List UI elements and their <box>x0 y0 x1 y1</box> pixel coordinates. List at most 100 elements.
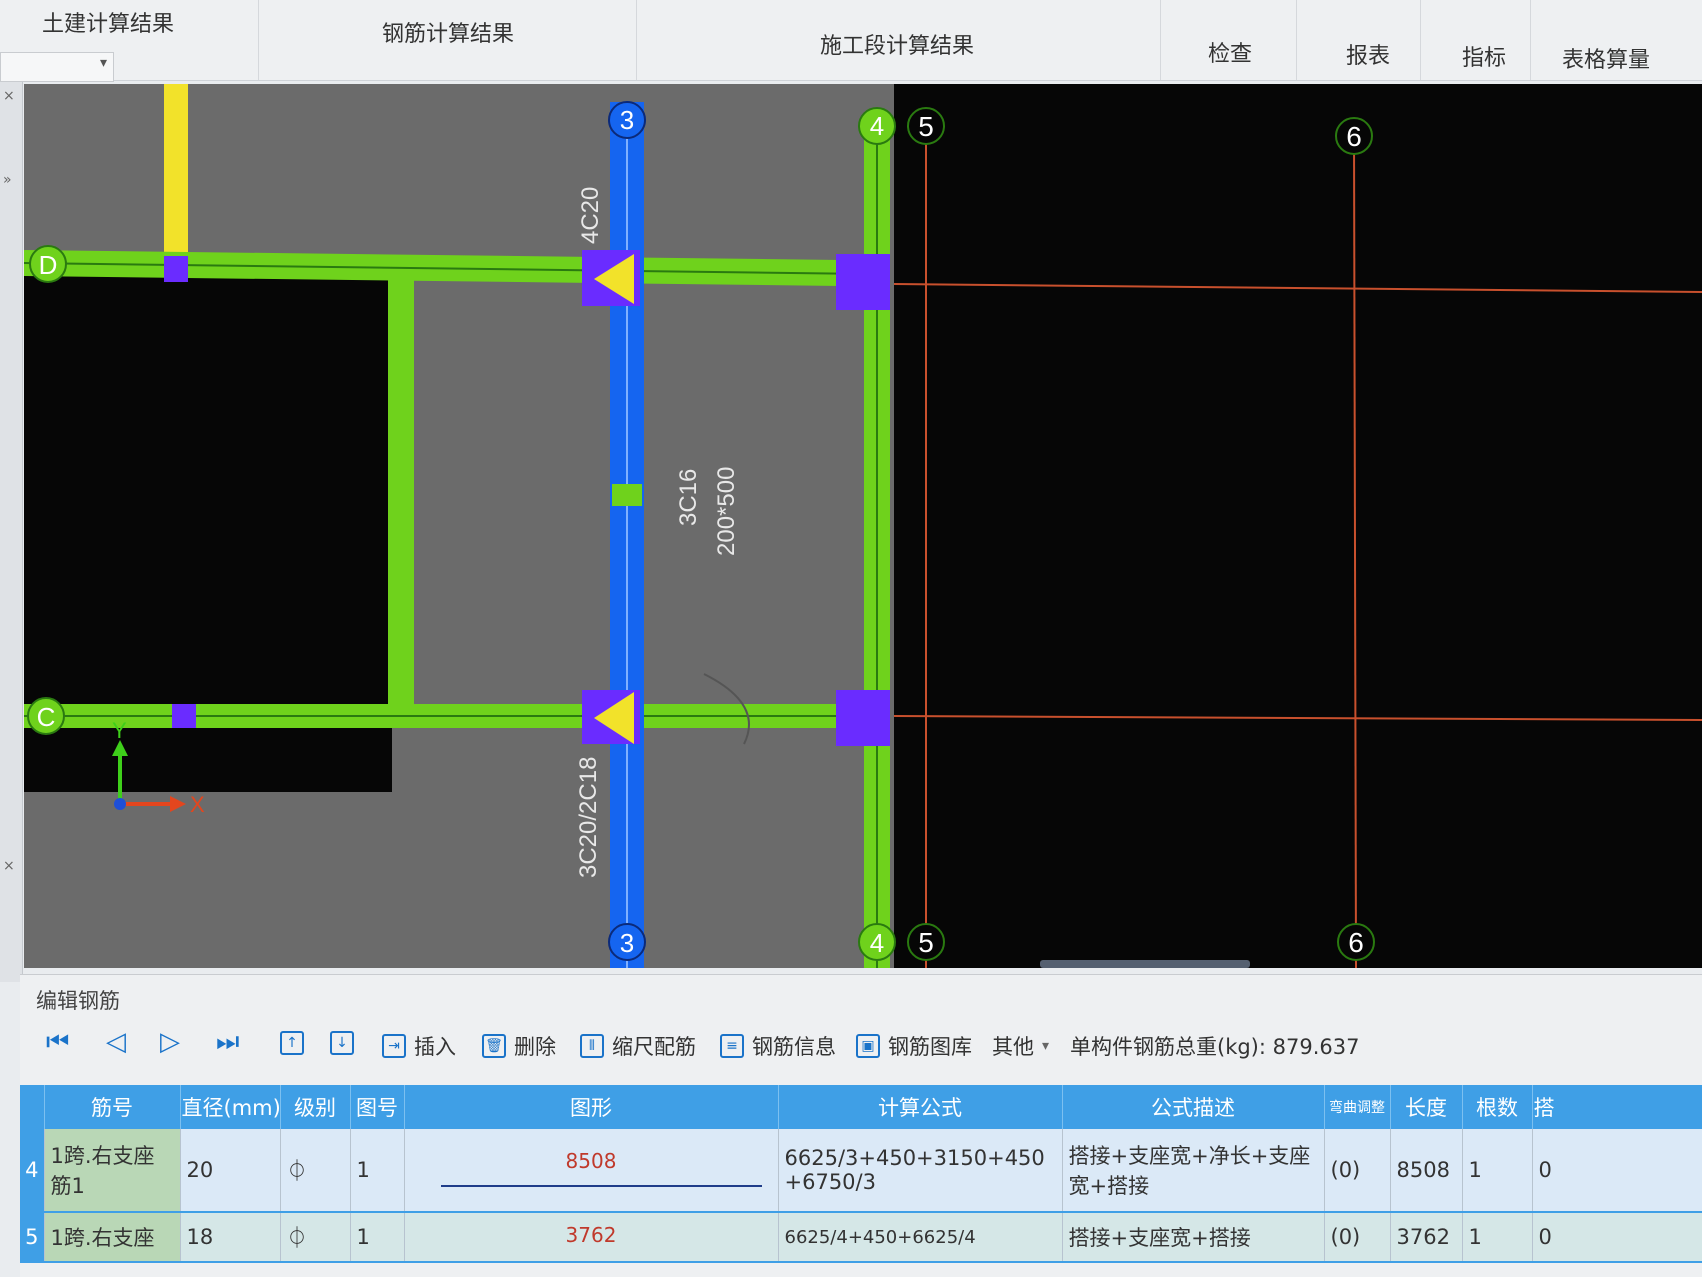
cell-shape[interactable]: 8508 <box>404 1129 779 1213</box>
svg-text:4: 4 <box>870 111 884 141</box>
rebar-editor-panel: 编辑钢筋 ⏮ ◁ ▷ ⏭ ↑ ↓ ⇥ 插入 🗑 删除 ⫴ 缩尺配筋 ≡ 钢筋信息 ▣ 钢筋… <box>20 974 1702 1277</box>
column[interactable] <box>172 704 196 728</box>
cell-bend[interactable]: (0) <box>1324 1129 1391 1213</box>
cell-grade[interactable]: ⏀ <box>280 1212 351 1263</box>
tab-civil-results[interactable]: 土建计算结果 <box>42 6 174 38</box>
cell-bend[interactable]: (0) <box>1324 1212 1391 1263</box>
svg-text:5: 5 <box>918 111 934 142</box>
tab-index[interactable]: 指标 <box>1462 40 1506 72</box>
svg-text:3: 3 <box>620 105 634 135</box>
header-rowno <box>20 1085 45 1129</box>
row-number[interactable]: 5 <box>20 1212 45 1263</box>
svg-text:C: C <box>37 702 56 732</box>
move-down-button[interactable]: ↓ <box>330 1031 354 1055</box>
cell-diameter[interactable]: 18 <box>180 1212 281 1263</box>
beam-secondary[interactable] <box>388 270 414 706</box>
horizontal-scrollbar[interactable] <box>1040 960 1250 968</box>
close-icon[interactable]: × <box>3 858 15 874</box>
svg-text:D: D <box>39 250 58 280</box>
first-record-icon[interactable]: ⏮ <box>46 1027 69 1058</box>
prev-record-icon[interactable]: ◁ <box>106 1027 126 1057</box>
next-record-icon[interactable]: ▷ <box>160 1027 180 1057</box>
table-row[interactable]: 4 1跨.右支座筋1 20 ⏀ 1 8508 6625/3+450+3150+4… <box>20 1129 1702 1213</box>
rebar-info-button[interactable]: ≡ 钢筋信息 <box>720 1031 836 1061</box>
cell-bar-name[interactable]: 1跨.右支座筋1 <box>44 1129 181 1213</box>
move-up-button[interactable]: ↑ <box>280 1031 304 1055</box>
cell-count[interactable]: 1 <box>1462 1129 1533 1213</box>
cell-count[interactable]: 1 <box>1462 1212 1533 1263</box>
tab-divider <box>258 0 259 80</box>
header-figure-no[interactable]: 图号 <box>350 1085 405 1129</box>
cell-lap[interactable]: 0 <box>1532 1212 1702 1263</box>
arrow-down-icon: ↓ <box>330 1031 354 1055</box>
axis-bubble-left-c: C <box>27 697 65 735</box>
header-grade[interactable]: 级别 <box>280 1085 351 1129</box>
drawing-canvas[interactable]: 3 4 5 6 3 4 5 6 D C 4C20 3C16 200*500 3C… <box>24 84 1702 968</box>
axis-bubble-bottom-5: 5 <box>907 923 945 961</box>
header-count[interactable]: 根数 <box>1462 1085 1533 1129</box>
cell-diameter[interactable]: 20 <box>180 1129 281 1213</box>
axis-bubble-left-d: D <box>29 245 67 283</box>
rebar-shape-figure: 3762 <box>411 1217 772 1257</box>
cell-description[interactable]: 搭接+支座宽+搭接 <box>1062 1212 1325 1263</box>
bar-chart-icon: ⫴ <box>580 1034 604 1058</box>
svg-text:X: X <box>190 792 205 817</box>
axis-bubble-top-5: 5 <box>907 107 945 145</box>
axis-bubble-bottom-3: 3 <box>608 923 646 961</box>
arrow-up-icon: ↑ <box>280 1031 304 1055</box>
delete-button[interactable]: 🗑 删除 <box>482 1031 556 1061</box>
header-description[interactable]: 公式描述 <box>1062 1085 1325 1129</box>
yellow-beam[interactable] <box>164 84 188 262</box>
cell-bar-name[interactable]: 1跨.右支座 <box>44 1212 181 1263</box>
header-bend[interactable]: 弯曲调整 <box>1324 1085 1391 1129</box>
table-header: 筋号 直径(mm) 级别 图号 图形 计算公式 公式描述 弯曲调整 长度 根数 … <box>20 1085 1702 1129</box>
library-icon: ▣ <box>856 1034 880 1058</box>
axis-bubble-top-6: 6 <box>1335 117 1373 155</box>
header-length[interactable]: 长度 <box>1390 1085 1463 1129</box>
cell-grade[interactable]: ⏀ <box>280 1129 351 1213</box>
rebar-library-button[interactable]: ▣ 钢筋图库 <box>856 1031 972 1061</box>
cell-figure-no[interactable]: 1 <box>350 1129 405 1213</box>
cell-lap[interactable]: 0 <box>1532 1129 1702 1213</box>
side-panel-strip[interactable]: × » × <box>0 82 23 982</box>
column[interactable] <box>836 690 890 746</box>
beam-annotation-bottom-rebar: 3C20/2C18 <box>575 757 602 878</box>
svg-text:Y: Y <box>112 718 127 743</box>
tab-segment-results[interactable]: 施工段计算结果 <box>820 28 974 60</box>
beam-annotation-section: 200*500 <box>713 467 740 556</box>
expand-icon[interactable]: » <box>3 172 12 188</box>
column[interactable] <box>164 256 188 282</box>
axis-bubble-bottom-4: 4 <box>858 923 896 961</box>
editor-toolbar: ⏮ ◁ ▷ ⏭ ↑ ↓ ⇥ 插入 🗑 删除 ⫴ 缩尺配筋 ≡ 钢筋信息 ▣ 钢筋图库 其他… <box>30 1013 1702 1073</box>
cell-length[interactable]: 8508 <box>1390 1129 1463 1213</box>
last-record-icon[interactable]: ⏭ <box>216 1027 239 1058</box>
header-diameter[interactable]: 直径(mm) <box>180 1085 281 1129</box>
tab-report[interactable]: 报表 <box>1346 38 1390 70</box>
cell-figure-no[interactable]: 1 <box>350 1212 405 1263</box>
insert-button[interactable]: ⇥ 插入 <box>382 1031 456 1061</box>
svg-text:3: 3 <box>620 928 634 958</box>
scale-rebar-button[interactable]: ⫴ 缩尺配筋 <box>580 1031 696 1061</box>
tab-check[interactable]: 检查 <box>1208 36 1252 68</box>
tab-rebar-results[interactable]: 钢筋计算结果 <box>382 16 514 48</box>
column[interactable] <box>836 254 890 310</box>
close-icon[interactable]: × <box>3 88 15 104</box>
header-bar-no[interactable]: 筋号 <box>44 1085 181 1129</box>
cell-formula[interactable]: 6625/3+450+3150+450+6750/3 <box>778 1129 1063 1213</box>
header-lap[interactable]: 搭 <box>1532 1085 1702 1129</box>
row-number[interactable]: 4 <box>20 1129 45 1213</box>
tab-table-quantity[interactable]: 表格算量 <box>1562 42 1650 74</box>
cell-shape[interactable]: 3762 <box>404 1212 779 1263</box>
cell-description[interactable]: 搭接+支座宽+净长+支座宽+搭接 <box>1062 1129 1325 1213</box>
header-formula[interactable]: 计算公式 <box>778 1085 1063 1129</box>
cell-formula[interactable]: 6625/4+450+6625/4 <box>778 1212 1063 1263</box>
table-row[interactable]: 5 1跨.右支座 18 ⏀ 1 3762 6625/4+450+6625/4 搭… <box>20 1212 1702 1263</box>
floor-dropdown[interactable]: ▾ <box>0 52 114 82</box>
axis-bubble-top-4: 4 <box>858 107 896 145</box>
chevron-down-icon: ▾ <box>1042 1038 1050 1054</box>
structure-plan[interactable]: 3 4 5 6 3 4 5 6 D C 4C20 3C16 200*500 3C… <box>24 84 1702 968</box>
header-shape[interactable]: 图形 <box>404 1085 779 1129</box>
svg-text:4: 4 <box>870 928 884 958</box>
other-menu-button[interactable]: 其他 ▾ <box>992 1031 1049 1061</box>
cell-length[interactable]: 3762 <box>1390 1212 1463 1263</box>
